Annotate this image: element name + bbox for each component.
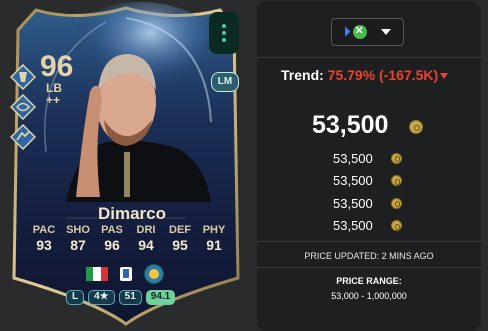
- price-value: 53,500: [333, 218, 373, 234]
- price-panel: ⏵ Trend: 75.79% (-167.5K) 53,500 53,500 …: [257, 1, 481, 331]
- price-value: 53,500: [333, 173, 373, 189]
- card-pills: L 4★ 51 94.1: [66, 290, 176, 305]
- divider: [257, 241, 481, 242]
- coin-icon: [409, 120, 423, 134]
- stat-def: DEF 95: [165, 224, 195, 253]
- club-crest-icon: [144, 264, 164, 284]
- stat-label: SHO: [66, 224, 90, 236]
- card-rating: 96: [40, 50, 74, 83]
- coin-icon: [391, 220, 402, 232]
- coin-icon: [391, 152, 402, 164]
- stat-value: 91: [206, 237, 222, 253]
- price-list-item: 53,500: [333, 147, 402, 170]
- price-list-item: 53,500: [333, 215, 402, 238]
- platform-select[interactable]: ⏵: [331, 18, 404, 46]
- stat-value: 96: [104, 237, 120, 253]
- stat-label: PAC: [32, 224, 56, 236]
- coin-icon: [391, 175, 402, 187]
- attribute-pill: 51: [118, 290, 142, 305]
- player-card[interactable]: 96 LB ++ LM Dimarco PAC 93 SHO 87 PAS 96…: [6, 2, 246, 328]
- stat-sho: SHO 87: [63, 224, 93, 253]
- playstyle-icon-3: [10, 124, 36, 150]
- playstyle-icon-1: [10, 64, 36, 90]
- stat-value: 93: [36, 237, 52, 253]
- playstyle-icon-2: [10, 94, 36, 120]
- price-list-item: 53,500: [333, 170, 402, 193]
- serie-a-icon: [120, 267, 132, 281]
- player-name: Dimarco: [97, 204, 167, 223]
- stat-value: 95: [172, 237, 188, 253]
- chemistry-pill: 94.1: [145, 290, 176, 305]
- coin-icon: [391, 197, 402, 209]
- alt-position-badge: LM: [211, 72, 239, 92]
- divider: [257, 267, 481, 268]
- chevron-down-icon: [380, 29, 391, 35]
- trend-value: 75.79% (-167.5K): [327, 67, 439, 83]
- skill-moves-pill: 4★: [88, 290, 115, 305]
- price-value: 53,500: [333, 150, 373, 166]
- playstation-icon: ⏵: [344, 24, 351, 39]
- divider: [257, 57, 481, 58]
- current-price: 53,500: [312, 111, 389, 139]
- trend-label: Trend:: [281, 67, 324, 83]
- stat-phy: PHY 91: [199, 224, 229, 253]
- xbox-icon: [352, 24, 367, 39]
- foot-pill: L: [66, 290, 85, 305]
- trend: Trend: 75.79% (-167.5K): [281, 67, 449, 83]
- trend-down-icon: [440, 73, 449, 80]
- stat-value: 94: [138, 237, 154, 253]
- stat-label: DEF: [169, 224, 191, 236]
- stat-pac: PAC 93: [29, 224, 59, 253]
- price-list-item: 53,500: [333, 192, 402, 215]
- stat-dri: DRI 94: [131, 224, 161, 253]
- stat-value: 87: [70, 237, 86, 253]
- price-range-value: 53,000 - 1,000,000: [331, 291, 407, 301]
- price-range-label: PRICE RANGE:: [336, 276, 402, 286]
- price-value: 53,500: [333, 195, 373, 211]
- stat-label: PAS: [101, 224, 123, 236]
- price-updated: PRICE UPDATED: 2 MINS AGO: [304, 251, 434, 261]
- italy-flag-icon: [86, 267, 108, 281]
- stat-label: DRI: [136, 224, 156, 236]
- stat-pas: PAS 96: [97, 224, 127, 253]
- card-badges: [86, 264, 164, 284]
- card-position-plus: ++: [46, 93, 61, 107]
- stats-row: PAC 93 SHO 87 PAS 96 DRI 94 DEF 95 PHY 9…: [29, 224, 229, 253]
- price-list: 53,500 53,500 53,500 53,500: [333, 147, 402, 237]
- card-options-button[interactable]: [209, 12, 239, 54]
- stat-label: PHY: [202, 224, 226, 236]
